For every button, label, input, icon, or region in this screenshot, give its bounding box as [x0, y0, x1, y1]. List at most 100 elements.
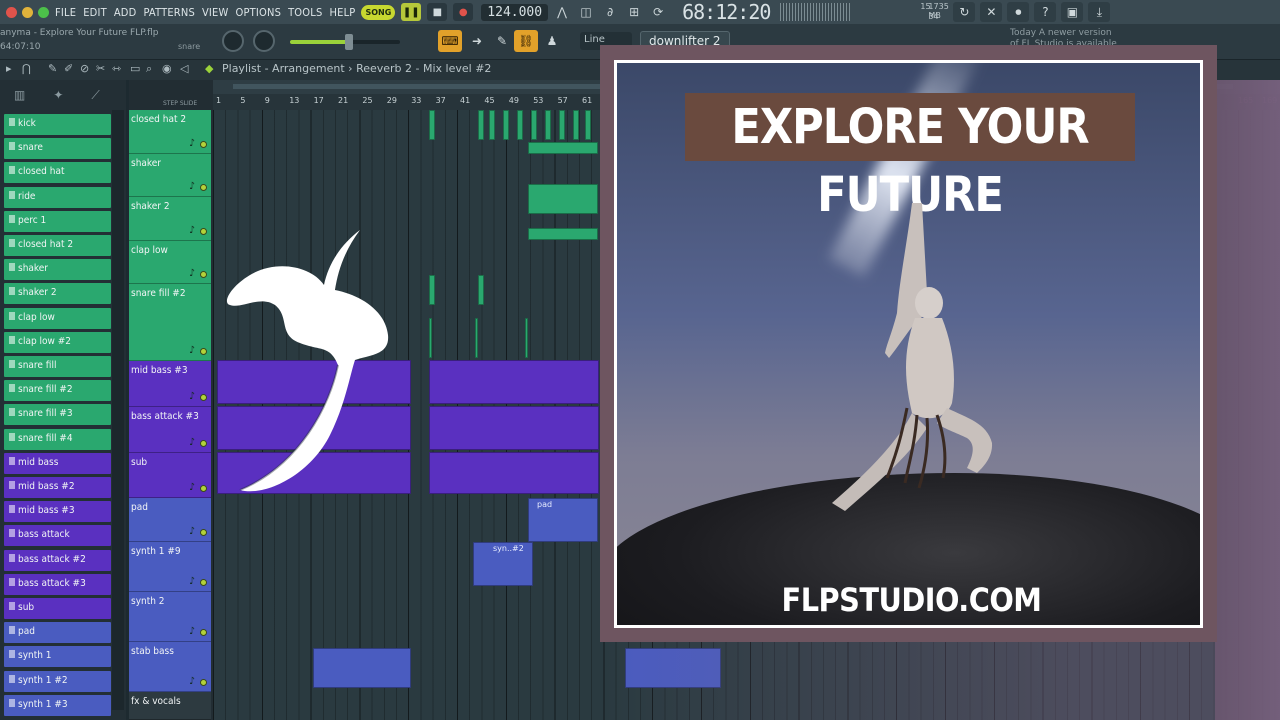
- note-icon[interactable]: ♪: [189, 576, 195, 587]
- note-icon[interactable]: ♪: [189, 391, 195, 402]
- menu-file[interactable]: FILE: [55, 6, 76, 19]
- menu-add[interactable]: ADD: [114, 6, 137, 19]
- pattern-item[interactable]: bass attack: [4, 525, 111, 547]
- pattern-item[interactable]: snare: [4, 138, 111, 160]
- track-mute-led[interactable]: [200, 679, 207, 686]
- track-header[interactable]: stab bass ♪: [129, 642, 211, 692]
- pencil-icon[interactable]: ✎: [490, 30, 514, 52]
- clip[interactable]: [429, 360, 599, 404]
- stop-icon[interactable]: ■: [427, 3, 448, 21]
- track-mute-led[interactable]: [200, 348, 207, 355]
- track-mute-led[interactable]: [200, 529, 207, 536]
- menu-help[interactable]: HELP: [329, 6, 355, 19]
- link-icon[interactable]: ⛓: [514, 30, 538, 52]
- close-window-button[interactable]: [6, 6, 17, 18]
- playlist-options-icon[interactable]: ▸: [6, 62, 12, 75]
- step-edit-icon[interactable]: ➜: [465, 30, 489, 52]
- track-mute-led[interactable]: [200, 629, 207, 636]
- clip[interactable]: [429, 452, 599, 494]
- picker-scrollbar[interactable]: [112, 110, 124, 710]
- pattern-item[interactable]: snare fill: [4, 356, 111, 377]
- clip[interactable]: [528, 142, 598, 154]
- draw-tool-icon[interactable]: ✎: [48, 62, 57, 75]
- countdown-icon[interactable]: ∂: [600, 3, 620, 21]
- clip[interactable]: [545, 110, 551, 140]
- pattern-item[interactable]: clap low: [4, 307, 111, 329]
- clip[interactable]: [559, 110, 565, 140]
- select-tool-icon[interactable]: ▭: [130, 62, 140, 75]
- note-icon[interactable]: ♪: [189, 437, 195, 448]
- track-header[interactable]: mid bass #3 ♪: [129, 361, 211, 407]
- pattern-item[interactable]: kick: [4, 114, 111, 135]
- track-header[interactable]: snare fill #2 ♪: [129, 284, 211, 361]
- magnet-icon[interactable]: ⋂: [22, 62, 31, 75]
- record-icon[interactable]: ●: [453, 3, 474, 21]
- track-header[interactable]: sub ♪: [129, 453, 211, 498]
- playlist-arrow-icon[interactable]: ◆: [205, 62, 213, 75]
- clip[interactable]: [503, 110, 509, 140]
- track-mute-led[interactable]: [200, 485, 207, 492]
- blend-notes-icon[interactable]: ⊞: [624, 3, 644, 21]
- clip[interactable]: [625, 648, 721, 688]
- track-header[interactable]: clap low ♪: [129, 241, 211, 284]
- pattern-item[interactable]: bass attack #2: [4, 549, 111, 571]
- picker-tab-audio-icon[interactable]: ✦: [53, 88, 63, 102]
- track-header[interactable]: synth 1 #9 ♪: [129, 542, 211, 592]
- track-mute-led[interactable]: [200, 394, 207, 401]
- note-icon[interactable]: ♪: [189, 345, 195, 356]
- wait-input-icon[interactable]: ◫: [576, 3, 596, 21]
- note-icon[interactable]: ♪: [189, 138, 195, 149]
- pattern-item[interactable]: synth 1: [4, 646, 111, 668]
- clip[interactable]: [531, 110, 537, 140]
- zoom-window-button[interactable]: [38, 6, 49, 18]
- track-header[interactable]: shaker ♪: [129, 154, 211, 197]
- speaker-icon[interactable]: ◁: [180, 62, 188, 75]
- menu-edit[interactable]: EDIT: [83, 6, 107, 19]
- clip[interactable]: [528, 228, 598, 240]
- volume-slider-thumb[interactable]: [345, 34, 353, 50]
- clip[interactable]: [313, 648, 411, 688]
- pattern-item[interactable]: pad: [4, 622, 111, 644]
- pattern-item[interactable]: sub: [4, 598, 111, 619]
- pattern-item[interactable]: bass attack #3: [4, 573, 111, 595]
- track-header[interactable]: bass attack #3 ♪: [129, 407, 211, 453]
- download-icon[interactable]: ⤓: [1088, 2, 1111, 22]
- song-mode-toggle[interactable]: SONG: [361, 4, 396, 20]
- picker-tab-piano-icon[interactable]: ▥: [14, 88, 25, 102]
- clip[interactable]: [525, 318, 528, 358]
- clip[interactable]: [528, 184, 598, 214]
- metronome-icon[interactable]: ⋀: [552, 3, 572, 21]
- note-icon[interactable]: ♪: [189, 626, 195, 637]
- note-icon[interactable]: ♪: [189, 526, 195, 537]
- clip[interactable]: [573, 110, 579, 140]
- pattern-item[interactable]: mid bass: [4, 452, 111, 474]
- microphone-icon[interactable]: ⏺: [1007, 2, 1030, 22]
- menu-view[interactable]: VIEW: [202, 6, 229, 19]
- menu-patterns[interactable]: PATTERNS: [143, 6, 194, 19]
- playback-tool-icon[interactable]: ◉: [162, 62, 172, 75]
- track-mute-led[interactable]: [200, 440, 207, 447]
- pattern-item[interactable]: snare fill #3: [4, 404, 111, 426]
- pattern-item[interactable]: shaker 2: [4, 283, 111, 305]
- clip[interactable]: [517, 110, 523, 140]
- mute-tool-icon[interactable]: ⊘: [80, 62, 89, 75]
- track-mute-led[interactable]: [200, 579, 207, 586]
- master-volume-knob[interactable]: [253, 30, 275, 52]
- note-icon[interactable]: ♪: [189, 268, 195, 279]
- help-icon[interactable]: ?: [1034, 2, 1057, 22]
- note-icon[interactable]: ♪: [189, 181, 195, 192]
- track-mute-led[interactable]: [200, 228, 207, 235]
- pattern-item[interactable]: synth 1 #3: [4, 694, 111, 716]
- pattern-item[interactable]: snare fill #4: [4, 428, 111, 450]
- clip[interactable]: [475, 318, 478, 358]
- track-header[interactable]: fx & vocals: [129, 692, 211, 720]
- clip[interactable]: [429, 406, 599, 450]
- menu-options[interactable]: OPTIONS: [235, 6, 281, 19]
- pattern-item[interactable]: closed hat: [4, 162, 111, 184]
- note-icon[interactable]: ♪: [189, 225, 195, 236]
- slice-tool-icon[interactable]: ⇿: [112, 62, 121, 75]
- clip[interactable]: [429, 110, 435, 140]
- pattern-item[interactable]: mid bass #3: [4, 501, 111, 523]
- menu-tools[interactable]: TOOLS: [288, 6, 322, 19]
- tools-icon[interactable]: ✕: [980, 2, 1003, 22]
